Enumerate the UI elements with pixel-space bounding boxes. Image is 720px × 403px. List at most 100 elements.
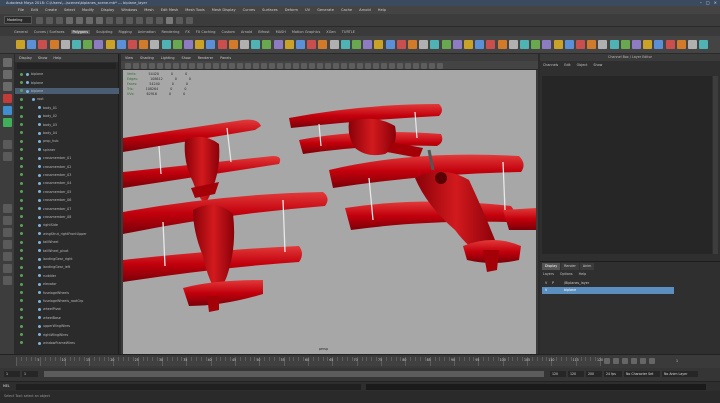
character-set-dropdown[interactable]: No Character Set [624, 371, 660, 377]
viewport-toolbar-icon[interactable] [245, 62, 251, 69]
layout-icon-5[interactable] [3, 252, 12, 261]
outliner-item[interactable]: body_01 [15, 105, 119, 112]
shelf-tool-icon[interactable] [396, 40, 406, 49]
viewport-menu-renderer[interactable]: Renderer [198, 56, 213, 60]
shelf-tool-icon[interactable] [452, 40, 462, 49]
visibility-eye-icon[interactable] [20, 240, 23, 244]
viewport-toolbar-icon[interactable] [389, 62, 395, 69]
visibility-eye-icon[interactable] [20, 80, 23, 84]
visibility-eye-icon[interactable] [20, 332, 23, 336]
status-tool-icon[interactable] [126, 16, 133, 24]
menu-generate[interactable]: Generate [317, 8, 334, 12]
shelf-tool-icon[interactable] [598, 40, 608, 49]
shelf-tool-icon[interactable] [16, 40, 25, 49]
shelf-tool-icon[interactable] [27, 40, 37, 49]
status-tool-icon[interactable] [76, 16, 83, 24]
playback-start-field[interactable]: 1 [22, 371, 38, 377]
visibility-eye-icon[interactable] [20, 131, 23, 135]
visibility-eye-icon[interactable] [20, 274, 23, 278]
visibility-eye-icon[interactable] [20, 97, 23, 101]
shelf-tool-icon[interactable] [105, 40, 115, 49]
shelf-tool-icon[interactable] [654, 40, 664, 49]
layout-icon-2[interactable] [3, 216, 12, 225]
shelf-tab[interactable]: Polygons [70, 29, 91, 34]
menu-edit[interactable]: Edit [31, 8, 38, 12]
viewport-toolbar-icon[interactable] [125, 62, 131, 69]
visibility-eye-icon[interactable] [20, 89, 23, 93]
layer-tab-render[interactable]: Render [561, 263, 579, 270]
shelf-tab[interactable]: Rigging [118, 30, 131, 34]
menu-mesh-display[interactable]: Mesh Display [212, 8, 236, 12]
outliner-item[interactable]: spinner [15, 147, 119, 154]
shelf-tool-icon[interactable] [688, 40, 697, 49]
status-tool-icon[interactable] [86, 16, 93, 24]
shelf-tool-icon[interactable] [172, 40, 182, 49]
layout-icon-6[interactable] [3, 264, 12, 273]
outliner-item[interactable]: body_02 [15, 113, 119, 120]
shelf-tab[interactable]: General [14, 30, 28, 34]
shelf-tool-icon[interactable] [665, 40, 675, 49]
step-back-icon[interactable] [613, 358, 619, 364]
visibility-eye-icon[interactable] [20, 106, 23, 110]
shelf-tool-icon[interactable] [352, 40, 361, 49]
shelf-tool-icon[interactable] [520, 40, 529, 49]
visibility-eye-icon[interactable] [20, 282, 23, 286]
visibility-eye-icon[interactable] [20, 299, 23, 303]
playback-end-field[interactable]: 120 [550, 371, 566, 377]
outliner-item[interactable]: tailWheel [15, 239, 119, 246]
shelf-tool-icon[interactable] [94, 40, 104, 49]
shelf-tool-icon[interactable] [643, 40, 653, 49]
shelf-tool-icon[interactable] [363, 40, 373, 49]
go-to-end-icon[interactable] [649, 358, 655, 364]
shelf-tool-icon[interactable] [385, 40, 395, 49]
shelf-tool-icon[interactable] [284, 40, 294, 49]
shelf-tool-icon[interactable] [195, 40, 205, 49]
status-tool-icon[interactable] [146, 16, 153, 24]
viewport-toolbar-icon[interactable] [437, 62, 443, 69]
viewport-toolbar-icon[interactable] [141, 62, 147, 69]
outliner-item[interactable]: crossmember_08 [15, 214, 119, 221]
menu-set-dropdown[interactable]: Modeling [4, 16, 32, 24]
visibility-eye-icon[interactable] [20, 307, 23, 311]
layer-row-selected[interactable]: V biplane [542, 287, 674, 294]
outliner-item[interactable]: prop_hub [15, 138, 119, 145]
shelf-tool-icon[interactable] [116, 40, 126, 49]
viewport-toolbar-icon[interactable] [237, 62, 243, 69]
menu-edit-mesh[interactable]: Edit Mesh [161, 8, 179, 12]
shelf-tool-icon[interactable] [632, 40, 641, 49]
layout-icon-7[interactable] [3, 276, 12, 285]
viewport-toolbar-icon[interactable] [213, 62, 219, 69]
shelf-tool-icon[interactable] [508, 40, 518, 49]
outliner-menu-show[interactable]: Show [38, 56, 47, 60]
outliner-item[interactable]: crossmember_04 [15, 180, 119, 187]
viewport-menu-view[interactable]: View [125, 56, 133, 60]
viewport-toolbar-icon[interactable] [269, 62, 275, 69]
move-tool-icon[interactable] [3, 94, 12, 103]
viewport-toolbar-icon[interactable] [133, 62, 139, 69]
end-time-field[interactable]: 120 [568, 371, 584, 377]
menu-display[interactable]: Display [101, 8, 114, 12]
biplane-1[interactable] [123, 119, 281, 203]
viewport-toolbar-icon[interactable] [373, 62, 379, 69]
status-tool-icon[interactable] [96, 16, 103, 24]
shelf-tab[interactable]: Animation [138, 30, 156, 34]
status-tool-icon[interactable] [186, 16, 193, 24]
shelf-tab[interactable]: Rendering [162, 30, 180, 34]
command-language-label[interactable]: MEL [3, 384, 10, 388]
outliner-item[interactable]: elevator [15, 281, 119, 288]
shelf-tool-icon[interactable] [329, 40, 339, 49]
outliner-item[interactable]: tailWheel_pivot [15, 247, 119, 254]
outliner-item[interactable]: biplane [15, 87, 119, 95]
visibility-eye-icon[interactable] [20, 164, 23, 168]
layer-visibility-toggle[interactable]: V [545, 280, 547, 287]
shelf-tool-icon[interactable] [206, 40, 216, 49]
status-tool-icon[interactable] [136, 16, 143, 24]
shelf-tool-icon[interactable] [296, 40, 305, 49]
layer-visibility-toggle[interactable]: V [545, 287, 547, 294]
outliner-item[interactable]: rightWingWires [15, 331, 119, 338]
visibility-eye-icon[interactable] [20, 316, 23, 320]
viewport-toolbar-icon[interactable] [221, 62, 227, 69]
outliner-item[interactable]: biplane [15, 79, 119, 86]
shelf-tool-icon[interactable] [419, 40, 429, 49]
outliner-item[interactable]: landingGear_right [15, 256, 119, 263]
